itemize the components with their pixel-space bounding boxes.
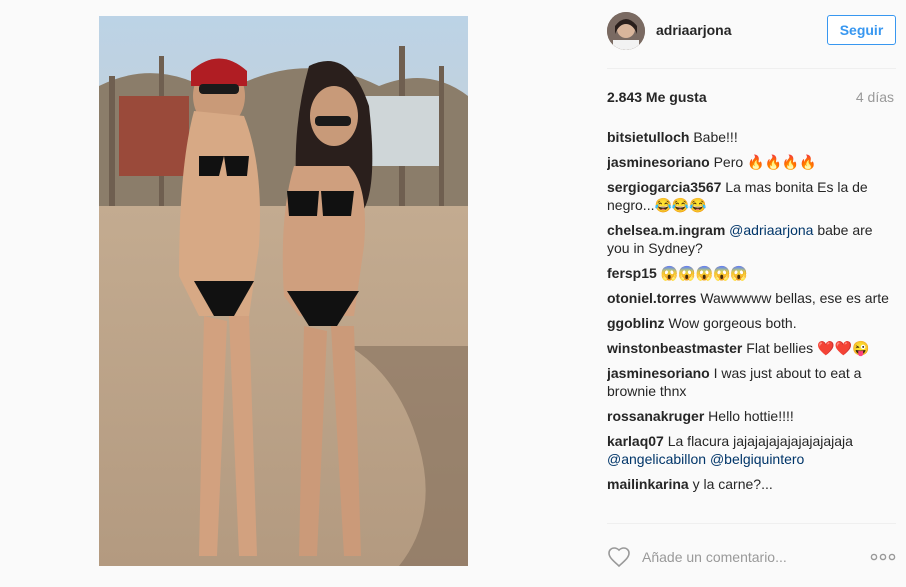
add-comment-row — [607, 541, 896, 573]
comments-list[interactable]: bitsietulloch Babe!!! jasminesoriano Per… — [607, 128, 896, 523]
comment-username[interactable]: karlaq07 — [607, 433, 664, 449]
avatar-image — [607, 12, 645, 50]
comment-text: Babe!!! — [693, 129, 738, 145]
comment-item: chelsea.m.ingram @adriaarjona babe are y… — [607, 221, 889, 257]
comment-item: otoniel.torres Wawwwww bellas, ese es ar… — [607, 289, 889, 307]
comment-username[interactable]: otoniel.torres — [607, 290, 696, 306]
comment-item: sergiogarcia3567 La mas bonita Es la de … — [607, 178, 889, 214]
comment-username[interactable]: fersp15 — [607, 265, 657, 281]
comment-item: winstonbeastmaster Flat bellies ❤️❤️😜 — [607, 339, 889, 357]
likes-count[interactable]: 2.843 Me gusta — [607, 89, 707, 105]
comment-text: Flat bellies — [746, 340, 814, 356]
post-stats: 2.843 Me gusta 4 días — [607, 89, 896, 107]
divider-top — [607, 68, 896, 69]
comment-text: Hello hottie!!!! — [708, 408, 794, 424]
post-header: adriaarjona Seguir — [607, 12, 896, 50]
avatar[interactable] — [607, 12, 645, 50]
comment-text: Wawwwww bellas, ese es arte — [700, 290, 889, 306]
instagram-post-view: adriaarjona Seguir 2.843 Me gusta 4 días… — [0, 0, 906, 587]
comment-item: jasminesoriano Pero 🔥🔥🔥🔥 — [607, 153, 889, 171]
comment-mention[interactable]: @angelicabillon — [607, 451, 706, 467]
post-photo[interactable] — [99, 16, 468, 566]
comment-username[interactable]: bitsietulloch — [607, 129, 689, 145]
comment-item: rossanakruger Hello hottie!!!! — [607, 407, 889, 425]
comment-emoji: 😱😱😱😱😱 — [660, 265, 748, 281]
comment-username[interactable]: rossanakruger — [607, 408, 704, 424]
comment-username[interactable]: winstonbeastmaster — [607, 340, 742, 356]
comment-emoji: 😂😂😂 — [654, 197, 707, 213]
username-link[interactable]: adriaarjona — [656, 22, 731, 38]
comment-mention[interactable]: @belgiquintero — [710, 451, 804, 467]
comment-emoji: 🔥🔥🔥🔥 — [747, 154, 817, 170]
comment-text: Pero — [713, 154, 744, 170]
beach-photo-illustration — [99, 16, 468, 566]
comment-text: La flacura jajajajajajajajajajaja — [667, 433, 853, 449]
comment-username[interactable]: chelsea.m.ingram — [607, 222, 725, 238]
comment-username[interactable]: ggoblinz — [607, 315, 665, 331]
divider-bottom — [607, 523, 896, 524]
comment-emoji: ❤️❤️😜 — [817, 340, 870, 356]
comment-username[interactable]: mailinkarina — [607, 476, 689, 492]
comment-item: fersp15 😱😱😱😱😱 — [607, 264, 889, 282]
comment-item: mailinkarina y la carne?... — [607, 475, 889, 493]
comment-username[interactable]: sergiogarcia3567 — [607, 179, 721, 195]
comment-item: ggoblinz Wow gorgeous both. — [607, 314, 889, 332]
post-sidebar: adriaarjona Seguir 2.843 Me gusta 4 días… — [607, 0, 896, 587]
follow-button[interactable]: Seguir — [827, 15, 896, 45]
comment-username[interactable]: jasminesoriano — [607, 365, 710, 381]
comment-text: y la carne?... — [692, 476, 773, 492]
comment-text: Wow gorgeous both. — [668, 315, 797, 331]
comment-item: bitsietulloch Babe!!! — [607, 128, 889, 146]
heart-outline-icon[interactable] — [607, 545, 631, 569]
comment-item: karlaq07 La flacura jajajajajajajajajaja… — [607, 432, 889, 468]
comment-input[interactable] — [642, 545, 862, 569]
comment-username[interactable]: jasminesoriano — [607, 154, 710, 170]
comment-mention[interactable]: @adriaarjona — [729, 222, 813, 238]
post-time[interactable]: 4 días — [856, 89, 894, 105]
more-options-icon[interactable] — [870, 551, 896, 563]
comment-item: jasminesoriano I was just about to eat a… — [607, 364, 889, 400]
